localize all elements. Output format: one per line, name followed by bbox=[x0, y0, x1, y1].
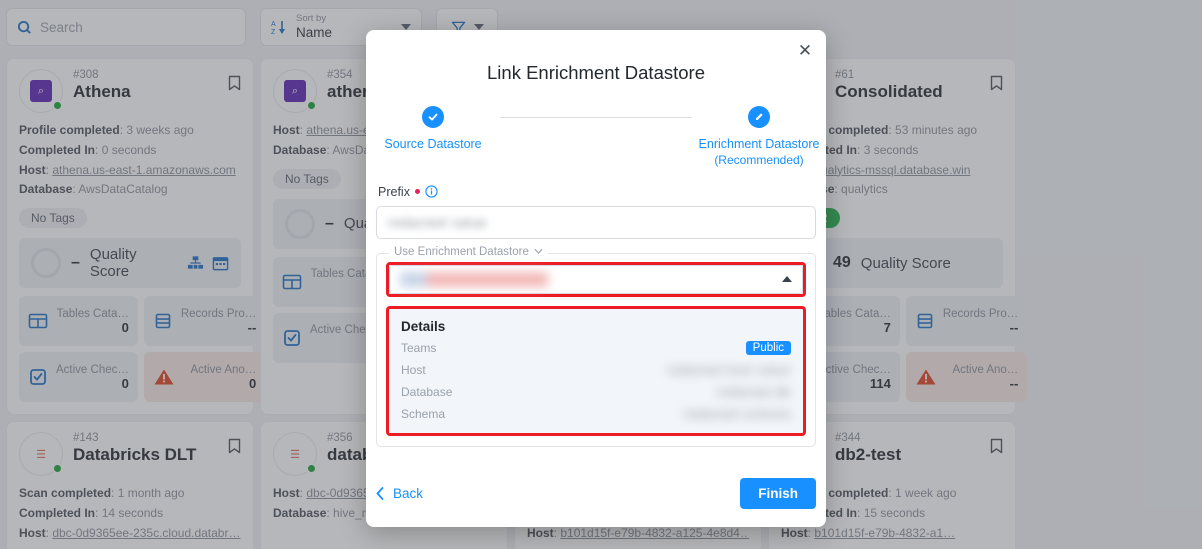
details-heading: Details bbox=[401, 319, 791, 334]
use-enrichment-datastore-fieldset: Use Enrichment Datastore Details bbox=[376, 253, 816, 447]
details-value-database: redacted db bbox=[717, 385, 791, 399]
details-row-host: Host redacted host value bbox=[401, 363, 791, 378]
pencil-icon bbox=[748, 106, 770, 128]
modal-form: Prefix redacted value Use Enrichment Dat… bbox=[366, 167, 826, 447]
prefix-input[interactable]: redacted value bbox=[376, 206, 816, 239]
details-panel: Details Teams Public Host redacted host … bbox=[389, 309, 803, 433]
enrichment-datastore-selected-value bbox=[400, 272, 548, 287]
details-panel-highlight: Details Teams Public Host redacted host … bbox=[386, 306, 806, 436]
status-badge: Public bbox=[746, 341, 791, 355]
finish-button[interactable]: Finish bbox=[740, 478, 816, 509]
chevron-left-icon bbox=[376, 487, 384, 500]
back-button[interactable]: Back bbox=[376, 486, 423, 501]
step-enrichment-datastore[interactable]: Enrichment Datastore (Recommended) bbox=[692, 106, 826, 167]
details-row-teams: Teams Public bbox=[401, 341, 791, 356]
details-key-schema: Schema bbox=[401, 407, 445, 421]
details-key-host: Host bbox=[401, 363, 426, 377]
prefix-value: redacted value bbox=[388, 215, 487, 230]
enrichment-datastore-select-highlight bbox=[386, 262, 806, 297]
modal-title: Link Enrichment Datastore bbox=[366, 30, 826, 84]
details-key-database: Database bbox=[401, 385, 452, 399]
details-key-teams: Teams bbox=[401, 341, 436, 355]
step-source-label: Source Datastore bbox=[366, 137, 500, 153]
step-source-datastore[interactable]: Source Datastore bbox=[366, 106, 500, 153]
prefix-label-row: Prefix bbox=[376, 185, 816, 199]
enrichment-datastore-select[interactable] bbox=[389, 265, 803, 294]
fieldset-legend[interactable]: Use Enrichment Datastore bbox=[389, 246, 548, 258]
details-row-database: Database redacted db bbox=[401, 385, 791, 400]
details-value-host: redacted host value bbox=[667, 363, 791, 377]
details-value-schema: redacted schema bbox=[684, 407, 791, 421]
app-root: Search A Z Sort by Name bbox=[0, 0, 1202, 549]
prefix-label: Prefix bbox=[378, 185, 410, 199]
check-icon bbox=[422, 106, 444, 128]
chevron-down-icon bbox=[534, 248, 543, 255]
info-icon[interactable] bbox=[425, 185, 438, 198]
step-indicator: Source Datastore Enrichment Datastore (R… bbox=[366, 84, 826, 167]
step-enrichment-sub: (Recommended) bbox=[692, 153, 826, 167]
details-row-schema: Schema redacted schema bbox=[401, 407, 791, 422]
close-icon[interactable]: ✕ bbox=[796, 42, 814, 60]
step-enrichment-label: Enrichment Datastore bbox=[692, 137, 826, 153]
back-label: Back bbox=[393, 486, 423, 501]
link-enrichment-datastore-modal: ✕ Link Enrichment Datastore Source Datas… bbox=[366, 30, 826, 527]
fieldset-legend-label: Use Enrichment Datastore bbox=[394, 246, 529, 258]
step-connector bbox=[500, 117, 692, 118]
chevron-up-icon bbox=[782, 276, 792, 282]
modal-footer: Back Finish bbox=[366, 478, 826, 527]
required-indicator bbox=[415, 189, 420, 194]
